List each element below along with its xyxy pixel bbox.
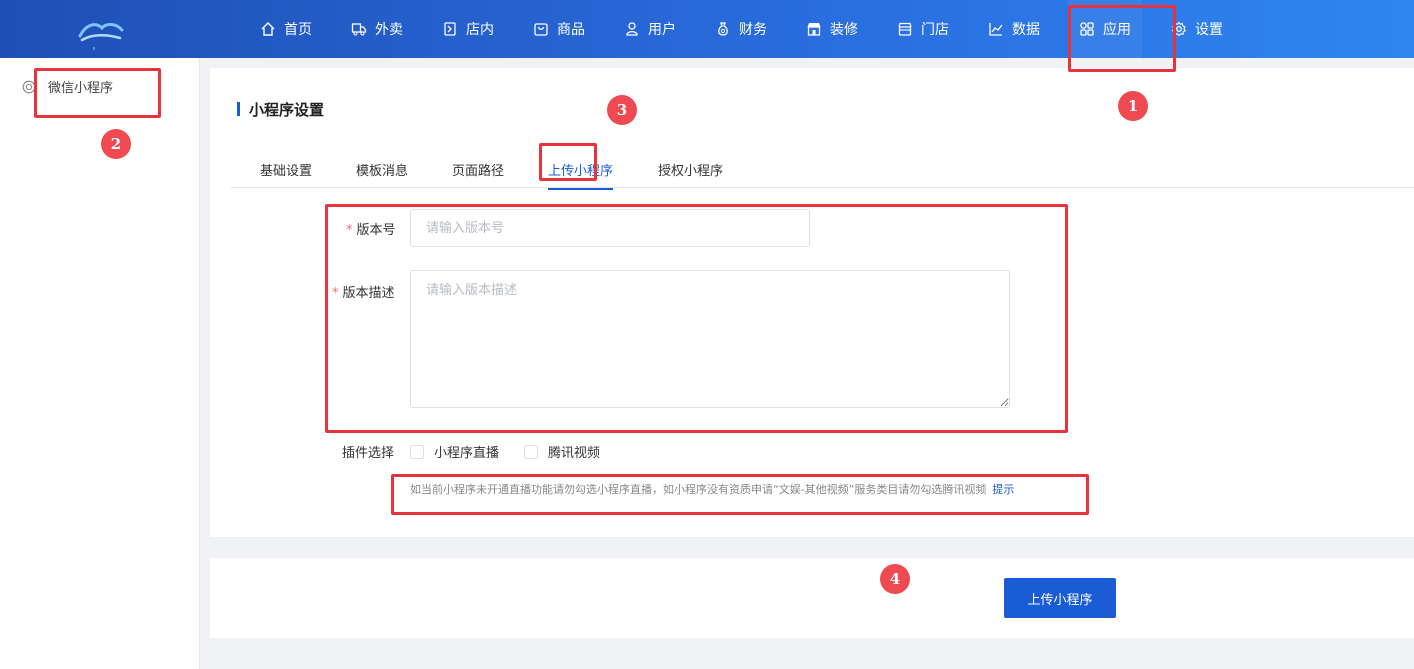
nav-item-label: 首页	[284, 22, 312, 38]
checkbox-box[interactable]	[410, 444, 424, 459]
annotation-number: 4	[880, 564, 910, 594]
storefront-icon	[807, 23, 821, 36]
nav-item-label: 数据	[1012, 22, 1040, 38]
nav-item-settings[interactable]: 设置	[1171, 0, 1223, 58]
version-input[interactable]	[410, 209, 810, 247]
store-icon	[898, 22, 912, 36]
top-nav-bar: 首页 外卖 店内 商品 用户 财务 装修 门店 数据 应用 设置	[0, 0, 1414, 58]
nav-item-finance[interactable]: 财务	[715, 0, 767, 58]
brand-logo[interactable]	[76, 14, 126, 50]
nav-item-label: 门店	[921, 22, 949, 38]
checkbox-label: 腾讯视频	[548, 446, 601, 461]
version-label: * 版本号	[346, 219, 396, 238]
nav-item-data[interactable]: 数据	[988, 0, 1040, 58]
hint-text: 如当前小程序未开通直播功能请勿勾选小程序直播，如小程序没有资质申请“文娱-其他视…	[410, 483, 987, 496]
tab-authorize-miniprogram[interactable]: 授权小程序	[658, 160, 723, 188]
tab-upload-miniprogram[interactable]: 上传小程序	[548, 160, 614, 190]
plugins-label: 插件选择	[342, 446, 395, 461]
settings-tabs: 基础设置 模板消息 页面路径 上传小程序 授权小程序	[230, 148, 1414, 190]
footer-card: 上传小程序	[210, 558, 1414, 638]
annotation-number: 3	[607, 95, 637, 125]
delivery-icon	[351, 23, 367, 36]
hint-link[interactable]: 提示	[992, 483, 1014, 496]
annotation-number: 1	[1118, 91, 1148, 121]
nav-item-stores[interactable]: 门店	[897, 0, 949, 58]
nav-item-users[interactable]: 用户	[624, 0, 676, 58]
miniprogram-icon	[22, 80, 36, 93]
annotation-number: 2	[101, 129, 131, 159]
apps-icon	[1080, 22, 1094, 36]
main-nav: 首页 外卖 店内 商品 用户 财务 装修 门店 数据 应用 设置	[248, 0, 1223, 58]
sidebar: 微信小程序	[0, 58, 200, 669]
gear-icon	[1171, 21, 1187, 37]
description-label: * 版本描述	[332, 282, 395, 301]
nav-item-label: 外卖	[375, 22, 403, 38]
nav-item-dine-in[interactable]: 店内	[442, 0, 494, 58]
nav-item-label: 商品	[557, 22, 585, 38]
user-icon	[626, 22, 638, 36]
description-textarea[interactable]	[410, 270, 1010, 408]
miniprogram-settings-card: 小程序设置 基础设置 模板消息 页面路径 上传小程序 授权小程序 *版本号 *版…	[210, 68, 1414, 537]
description-label-text: 版本描述	[342, 286, 395, 301]
tab-basic-settings[interactable]: 基础设置	[260, 160, 312, 188]
checkbox-box[interactable]	[524, 444, 538, 459]
checkbox-label: 小程序直播	[434, 446, 500, 461]
bag-icon	[534, 23, 548, 36]
plugin-live-checkbox[interactable]: 小程序直播	[410, 442, 499, 461]
nav-item-apps[interactable]: 应用	[1068, 0, 1142, 58]
nav-item-label: 应用	[1103, 22, 1131, 38]
version-label-text: 版本号	[356, 223, 396, 238]
nav-item-label: 用户	[648, 22, 676, 38]
money-bag-icon	[718, 22, 728, 36]
required-mark: *	[346, 223, 353, 238]
chart-icon	[989, 23, 1003, 36]
nav-item-home[interactable]: 首页	[260, 0, 312, 58]
nav-item-products[interactable]: 商品	[533, 0, 585, 58]
page-title: 小程序设置	[237, 99, 324, 120]
plugin-hint: 如当前小程序未开通直播功能请勿勾选小程序直播，如小程序没有资质申请“文娱-其他视…	[410, 481, 1014, 497]
dine-in-icon	[444, 22, 456, 36]
sidebar-item-wechat-miniprogram[interactable]: 微信小程序	[22, 77, 113, 96]
home-icon	[261, 22, 275, 36]
nav-item-label: 财务	[739, 22, 767, 38]
nav-item-label: 装修	[830, 22, 858, 38]
plugin-tencent-video-checkbox[interactable]: 腾讯视频	[524, 442, 600, 461]
nav-item-label: 设置	[1195, 22, 1223, 38]
upload-miniprogram-button[interactable]: 上传小程序	[1004, 578, 1116, 618]
nav-item-decoration[interactable]: 装修	[806, 0, 858, 58]
sidebar-item-label: 微信小程序	[48, 81, 114, 96]
nav-item-delivery[interactable]: 外卖	[351, 0, 403, 58]
required-mark: *	[332, 286, 339, 301]
tab-page-paths[interactable]: 页面路径	[452, 160, 504, 188]
nav-item-label: 店内	[466, 22, 494, 38]
tab-template-messages[interactable]: 模板消息	[356, 160, 408, 188]
